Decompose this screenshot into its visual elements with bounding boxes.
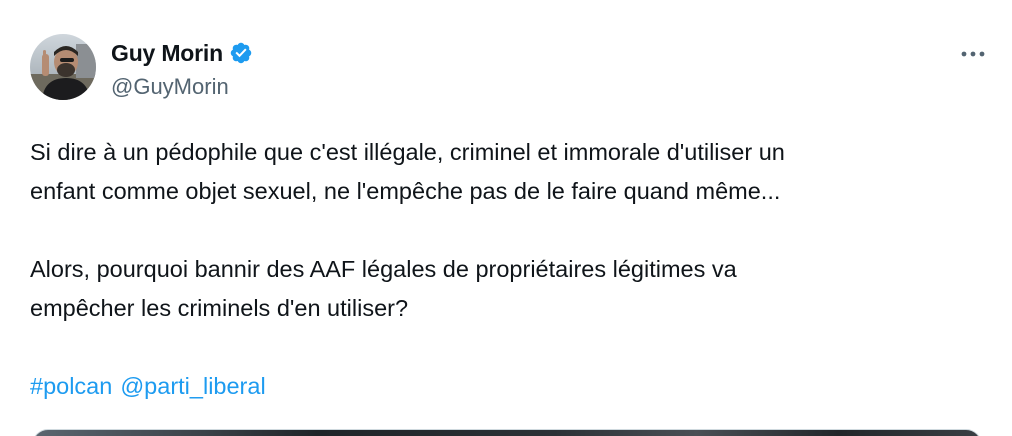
- mention-link[interactable]: @parti_liberal: [120, 367, 265, 406]
- author-name-row: Guy Morin: [111, 38, 253, 68]
- tweet-text: Si dire à un pédophile que c'est illégal…: [30, 133, 980, 406]
- avatar[interactable]: [30, 34, 96, 100]
- tweet-card: Guy Morin @GuyMorin Si dire à un pédophi…: [0, 0, 1012, 436]
- tweet-media-preview[interactable]: [32, 429, 982, 436]
- more-options-button[interactable]: [955, 42, 991, 66]
- verified-badge-icon[interactable]: [229, 41, 253, 65]
- tweet-links: #polcan @parti_liberal: [30, 367, 980, 406]
- hashtag-link[interactable]: #polcan: [30, 367, 112, 406]
- more-horizontal-icon: [961, 51, 985, 57]
- author-display-name[interactable]: Guy Morin: [111, 40, 223, 67]
- tweet-paragraph-1: Si dire à un pédophile que c'est illégal…: [30, 139, 785, 204]
- tweet-paragraph-2: Alors, pourquoi bannir des AAF légales d…: [30, 256, 737, 321]
- author-handle[interactable]: @GuyMorin: [111, 74, 229, 100]
- avatar-image: [30, 34, 96, 100]
